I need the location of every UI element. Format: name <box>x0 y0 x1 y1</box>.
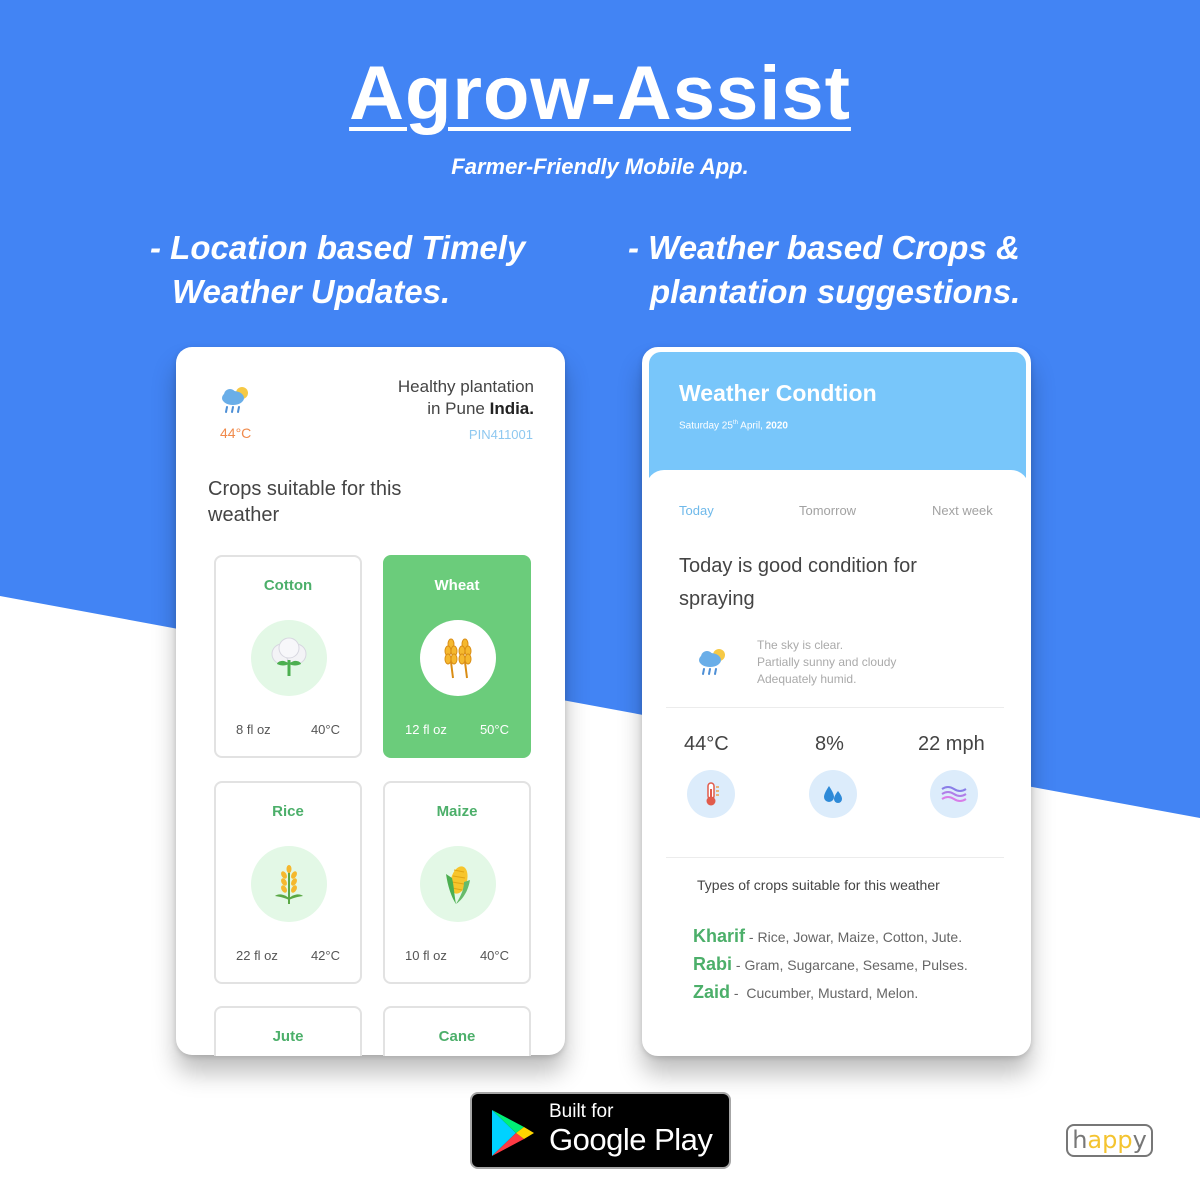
crop-card-rice[interactable]: Rice 22 fl oz 42°C <box>214 781 362 984</box>
location-line2: in Pune India. <box>427 399 534 419</box>
weather-description: The sky is clear. Partially sunny and cl… <box>757 637 896 688</box>
feature-right-line2: plantation suggestions. <box>650 273 1021 310</box>
weather-date: Saturday 25th April, 2020 <box>679 420 788 431</box>
season-crops: Gram, Sugarcane, Sesame, Pulses. <box>744 957 968 973</box>
location-line1: Healthy plantation <box>397 377 534 396</box>
season-zaid: Zaid - Cucumber, Mustard, Melon. <box>693 982 918 1003</box>
location-country: India. <box>489 399 534 418</box>
happy-logo: happy <box>1066 1124 1153 1157</box>
crop-card-cotton[interactable]: Cotton 8 fl oz 40°C <box>214 555 362 758</box>
crop-temperature: 42°C <box>310 948 340 963</box>
crop-card-wheat[interactable]: Wheat 12 fl oz 50°C <box>383 555 531 758</box>
date-year: 2020 <box>765 420 788 432</box>
season-name: Zaid <box>693 982 731 1002</box>
stat-humidity: 8% <box>815 733 844 755</box>
current-temperature: 44°C <box>220 425 252 441</box>
google-play-icon <box>492 1110 534 1156</box>
crop-types-title: Types of crops suitable for this weather <box>697 877 940 893</box>
wind-waves-icon <box>930 770 978 818</box>
feature-right-line1: - Weather based Crops & <box>628 229 1020 266</box>
season-crops: Rice, Jowar, Maize, Cotton, Jute. <box>757 929 963 945</box>
pin-code: PIN411001 <box>468 427 533 442</box>
logo-app: app <box>1087 1126 1133 1154</box>
desc-line: Partially sunny and cloudy <box>757 655 897 669</box>
crop-name: Jute <box>272 1028 304 1045</box>
badge-built-for: Built for <box>549 1101 614 1122</box>
season-crops: Cucumber, Mustard, Melon. <box>746 985 919 1001</box>
desc-line: The sky is clear. <box>757 638 844 652</box>
season-kharif: Kharif - Rice, Jowar, Maize, Cotton, Jut… <box>693 926 962 947</box>
season-name: Kharif <box>693 926 746 946</box>
tab-tomorrow[interactable]: Tomorrow <box>799 503 856 518</box>
season-separator: - <box>745 929 758 945</box>
app-title: Agrow-Assist <box>349 51 851 136</box>
crop-name: Cotton <box>263 577 313 594</box>
badge-google-play: Google Play <box>549 1122 713 1157</box>
crop-quantity: 12 fl oz <box>405 722 447 737</box>
feature-location-weather: - Location based Timely Weather Updates. <box>150 226 525 314</box>
crop-name: Rice <box>272 803 304 820</box>
app-subtitle: Farmer-Friendly Mobile App. <box>451 154 749 179</box>
date-month: April, <box>737 420 766 432</box>
spraying-condition: Today is good condition for spraying <box>679 555 917 610</box>
feature-left-line2: Weather Updates. <box>172 273 451 310</box>
crop-name: Wheat <box>434 577 480 594</box>
feature-crop-suggestions: - Weather based Crops & plantation sugge… <box>628 226 1020 314</box>
crop-card-maize[interactable]: Maize 10 fl oz 40°C <box>383 781 531 984</box>
crop-name: Maize <box>436 803 478 820</box>
divider <box>666 707 1004 708</box>
crop-name: Cane <box>438 1028 476 1045</box>
crop-temperature: 40°C <box>310 722 340 737</box>
google-play-badge[interactable]: Built for Google Play <box>470 1092 731 1169</box>
season-separator: - <box>730 985 747 1001</box>
rice-icon <box>251 846 327 922</box>
desc-line: Adequately humid. <box>757 672 857 686</box>
tab-next-week[interactable]: Next week <box>932 503 993 518</box>
crop-temperature: 50°C <box>479 722 509 737</box>
cotton-icon <box>251 620 327 696</box>
date-day: Saturday 25 <box>679 420 733 432</box>
season-name: Rabi <box>693 954 733 974</box>
divider <box>666 857 1004 858</box>
sun-cloud-rain-icon <box>699 649 725 675</box>
season-rabi: Rabi - Gram, Sugarcane, Sesame, Pulses. <box>693 954 968 975</box>
logo-h: h <box>1072 1126 1088 1154</box>
crop-temperature: 40°C <box>479 948 509 963</box>
crops-section-title: Crops suitable for this weather <box>208 478 402 526</box>
crop-card-cane[interactable]: Cane <box>383 1006 531 1056</box>
thermometer-icon <box>687 770 735 818</box>
crop-quantity: 22 fl oz <box>236 948 278 963</box>
crop-card-jute[interactable]: Jute <box>214 1006 362 1056</box>
tab-today[interactable]: Today <box>679 503 714 518</box>
water-drops-icon <box>809 770 857 818</box>
sun-cloud-rain-icon <box>222 387 248 413</box>
maize-icon <box>420 846 496 922</box>
wheat-icon <box>420 620 496 696</box>
stat-wind: 22 mph <box>918 733 985 755</box>
weather-title: Weather Condtion <box>679 380 877 406</box>
logo-y: y <box>1132 1126 1147 1154</box>
feature-left-line1: - Location based Timely <box>150 229 526 266</box>
season-separator: - <box>732 957 745 973</box>
location-city: in Pune <box>427 399 490 418</box>
stat-temperature: 44°C <box>684 733 729 755</box>
crop-quantity: 10 fl oz <box>405 948 447 963</box>
crop-quantity: 8 fl oz <box>236 722 271 737</box>
